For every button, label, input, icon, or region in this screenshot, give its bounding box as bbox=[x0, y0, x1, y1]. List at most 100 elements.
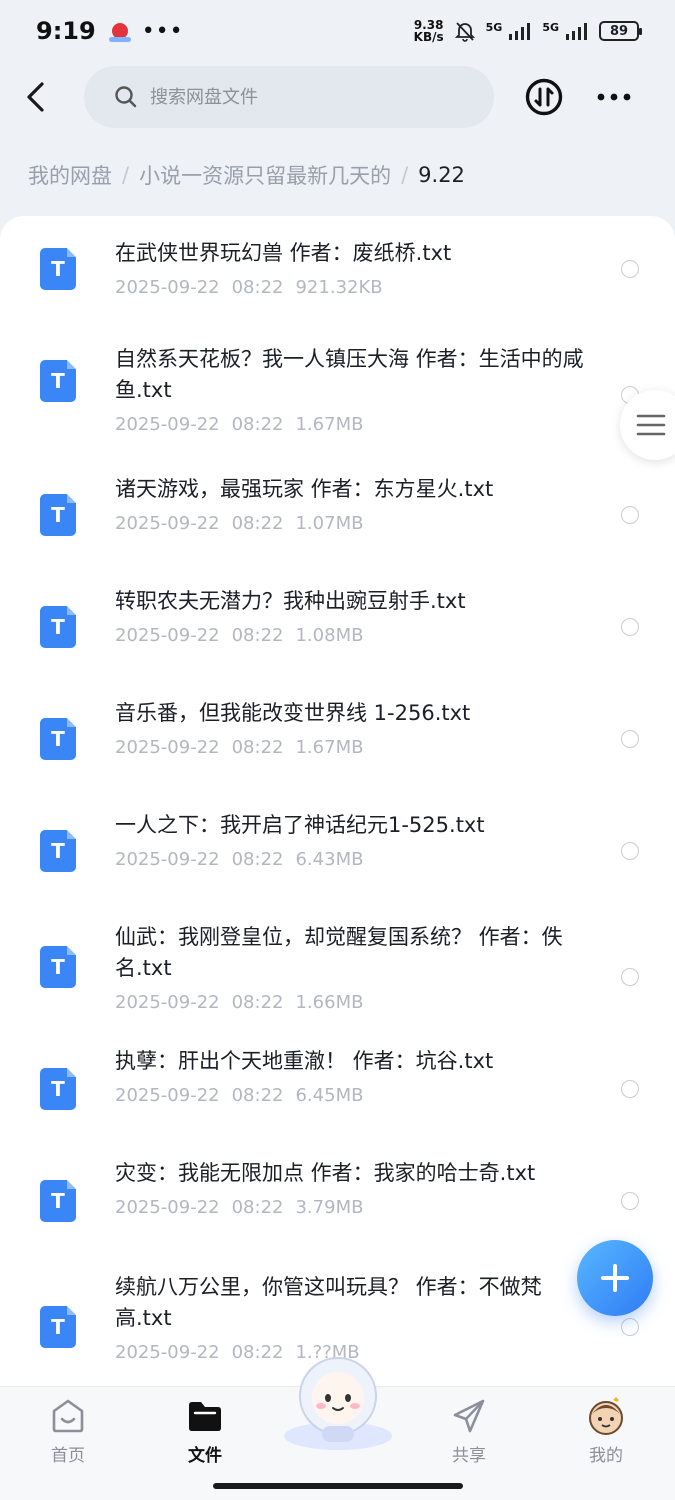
file-time: 08:22 bbox=[231, 992, 284, 1013]
breadcrumb-current: 9.22 bbox=[418, 163, 465, 187]
file-name: 仙武：我刚登皇位，却觉醒复国系统？ 作者：佚名.txt bbox=[115, 925, 563, 980]
file-name: 灾变：我能无限加点 作者：我家的哈士奇.txt bbox=[115, 1161, 536, 1185]
search-box[interactable] bbox=[84, 66, 494, 128]
file-time: 08:22 bbox=[231, 737, 284, 758]
file-text: 灾变：我能无限加点 作者：我家的哈士奇.txt 2025-09-22 08:22 3… bbox=[115, 1158, 595, 1218]
file-text: 一人之下：我开启了神话纪元1-525.txt 2025-09-22 08:22 6.… bbox=[115, 810, 595, 870]
txt-file-icon: T bbox=[40, 360, 76, 402]
search-icon bbox=[115, 86, 137, 108]
mute-bell-icon bbox=[454, 20, 476, 42]
file-row[interactable]: T 执孽：肝出个天地重澈！ 作者：坑谷.txt 2025-09-22 08:22 6… bbox=[0, 1032, 675, 1144]
file-meta: 2025-09-22 08:22 921.32KB bbox=[115, 277, 595, 298]
file-row[interactable]: T 转职农夫无潜力？我种出豌豆射手.txt 2025-09-22 08:22 1.0… bbox=[0, 566, 675, 678]
file-text: 自然系天花板？我一人镇压大海 作者：生活中的咸鱼.txt 2025-09-22 0… bbox=[115, 344, 595, 435]
home-indicator[interactable] bbox=[213, 1483, 463, 1489]
file-list: T 在武侠世界玩幻兽 作者：废纸桥.txt 2025-09-22 08:22 921… bbox=[0, 216, 675, 1386]
select-checkbox[interactable] bbox=[621, 842, 639, 860]
nav-home[interactable]: 首页 bbox=[23, 1395, 113, 1466]
signal2-icon bbox=[565, 22, 589, 40]
nav-files[interactable]: 文件 bbox=[160, 1395, 250, 1466]
home-icon bbox=[23, 1395, 113, 1437]
file-text: 音乐番，但我能改变世界线 1-256.txt 2025-09-22 08:22 1.… bbox=[115, 698, 595, 758]
file-text: 在武侠世界玩幻兽 作者：废纸桥.txt 2025-09-22 08:22 921.3… bbox=[115, 238, 595, 298]
file-time: 08:22 bbox=[231, 513, 284, 534]
signal1-icon bbox=[508, 22, 532, 40]
file-time: 08:22 bbox=[231, 1085, 284, 1106]
breadcrumb-separator: / bbox=[401, 163, 409, 187]
select-checkbox[interactable] bbox=[621, 260, 639, 278]
mascot-icon bbox=[284, 1357, 392, 1450]
menu-lines-icon bbox=[636, 414, 666, 436]
file-name: 执孽：肝出个天地重澈！ 作者：坑谷.txt bbox=[115, 1049, 494, 1073]
file-row[interactable]: T 诸天游戏，最强玩家 作者：东方星火.txt 2025-09-22 08:22 1… bbox=[0, 454, 675, 566]
file-meta: 2025-09-22 08:22 1.66MB bbox=[115, 992, 595, 1013]
file-date: 2025-09-22 bbox=[115, 277, 220, 298]
file-date: 2025-09-22 bbox=[115, 992, 220, 1013]
network-speed: 9.38 KB/s bbox=[414, 19, 444, 43]
file-name: 续航八万公里，你管这叫玩具？ 作者：不做梵高.txt bbox=[115, 1275, 542, 1330]
file-row[interactable]: T 自然系天花板？我一人镇压大海 作者：生活中的咸鱼.txt 2025-09-2… bbox=[0, 324, 675, 454]
chevron-left-icon bbox=[27, 82, 44, 112]
back-button[interactable] bbox=[0, 62, 72, 132]
file-size: 1.67MB bbox=[295, 414, 364, 435]
txt-file-icon: T bbox=[40, 494, 76, 536]
file-date: 2025-09-22 bbox=[115, 849, 220, 870]
select-checkbox[interactable] bbox=[621, 618, 639, 636]
file-size: 1.07MB bbox=[295, 513, 364, 534]
file-text: 执孽：肝出个天地重澈！ 作者：坑谷.txt 2025-09-22 08:22 6.4… bbox=[115, 1046, 595, 1106]
file-text: 转职农夫无潜力？我种出豌豆射手.txt 2025-09-22 08:22 1.08M… bbox=[115, 586, 595, 646]
nav-share[interactable]: 共享 bbox=[424, 1395, 514, 1466]
breadcrumb-separator: / bbox=[122, 163, 130, 187]
file-time: 08:22 bbox=[231, 1342, 284, 1363]
select-checkbox[interactable] bbox=[621, 730, 639, 748]
paper-plane-icon bbox=[424, 1395, 514, 1437]
file-date: 2025-09-22 bbox=[115, 513, 220, 534]
transfer-icon bbox=[525, 78, 563, 116]
nav-home-label: 首页 bbox=[51, 1446, 85, 1466]
status-time: 9:19 bbox=[36, 17, 96, 45]
ai-assistant-mascot[interactable] bbox=[278, 1352, 398, 1452]
file-row[interactable]: T 一人之下：我开启了神话纪元1-525.txt 2025-09-22 08:22… bbox=[0, 790, 675, 902]
txt-file-icon: T bbox=[40, 1068, 76, 1110]
file-size: 3.79MB bbox=[295, 1197, 364, 1218]
file-meta: 2025-09-22 08:22 3.79MB bbox=[115, 1197, 595, 1218]
file-meta: 2025-09-22 08:22 6.45MB bbox=[115, 1085, 595, 1106]
battery-icon: 89 bbox=[599, 21, 642, 41]
file-date: 2025-09-22 bbox=[115, 1197, 220, 1218]
file-time: 08:22 bbox=[231, 1197, 284, 1218]
signal2-label: 5G bbox=[542, 21, 559, 34]
breadcrumb: 我的网盘 / 小说一资源只留最新几天的 / 9.22 bbox=[28, 160, 465, 190]
breadcrumb-item-folder[interactable]: 小说一资源只留最新几天的 bbox=[139, 160, 391, 190]
nav-share-label: 共享 bbox=[452, 1446, 486, 1466]
search-input[interactable] bbox=[150, 86, 470, 108]
location-notification-icon bbox=[108, 23, 131, 42]
select-checkbox[interactable] bbox=[621, 1192, 639, 1210]
select-checkbox[interactable] bbox=[621, 506, 639, 524]
file-date: 2025-09-22 bbox=[115, 737, 220, 758]
file-row[interactable]: T 仙武：我刚登皇位，却觉醒复国系统？ 作者：佚名.txt 2025-09-22… bbox=[0, 902, 675, 1032]
file-size: 1.67MB bbox=[295, 737, 364, 758]
select-checkbox[interactable] bbox=[621, 1318, 639, 1336]
select-checkbox[interactable] bbox=[621, 968, 639, 986]
file-date: 2025-09-22 bbox=[115, 625, 220, 646]
file-meta: 2025-09-22 08:22 6.43MB bbox=[115, 849, 595, 870]
breadcrumb-item-root[interactable]: 我的网盘 bbox=[28, 160, 112, 190]
file-row[interactable]: T 在武侠世界玩幻兽 作者：废纸桥.txt 2025-09-22 08:22 921… bbox=[0, 216, 675, 324]
status-more-icon: ••• bbox=[141, 18, 184, 44]
txt-file-icon: T bbox=[40, 248, 76, 290]
nav-mine[interactable]: 我的 bbox=[561, 1395, 651, 1466]
file-size: 1.08MB bbox=[295, 625, 364, 646]
txt-file-icon: T bbox=[40, 946, 76, 988]
file-size: 6.43MB bbox=[295, 849, 364, 870]
file-text: 诸天游戏，最强玩家 作者：东方星火.txt 2025-09-22 08:22 1.0… bbox=[115, 474, 595, 534]
transfer-button[interactable] bbox=[524, 77, 564, 117]
txt-file-icon: T bbox=[40, 1180, 76, 1222]
select-checkbox[interactable] bbox=[621, 1080, 639, 1098]
file-date: 2025-09-22 bbox=[115, 1085, 220, 1106]
file-row[interactable]: T 音乐番，但我能改变世界线 1-256.txt 2025-09-22 08:22… bbox=[0, 678, 675, 790]
avatar-icon bbox=[561, 1395, 651, 1437]
more-options-button[interactable] bbox=[594, 77, 634, 117]
add-button[interactable] bbox=[577, 1240, 653, 1316]
more-horizontal-icon bbox=[597, 93, 631, 101]
file-row[interactable]: T 灾变：我能无限加点 作者：我家的哈士奇.txt 2025-09-22 08:2… bbox=[0, 1144, 675, 1256]
